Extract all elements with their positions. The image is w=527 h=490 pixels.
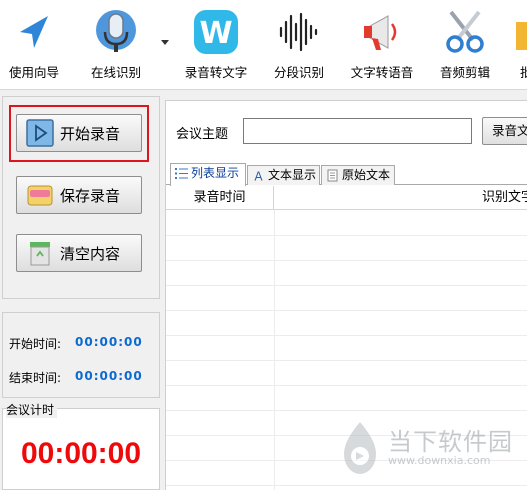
table-row	[166, 410, 527, 411]
waveform-icon	[279, 12, 318, 52]
megaphone-icon	[364, 15, 397, 50]
save-record-label: 保存录音	[60, 186, 121, 205]
meeting-timer-panel: 00:00:00	[2, 408, 160, 490]
chevron-down-icon[interactable]	[161, 40, 169, 45]
table-row	[166, 260, 527, 261]
start-record-label: 开始录音	[60, 124, 121, 143]
list-icon	[175, 168, 188, 179]
table-row	[166, 310, 527, 311]
folder-icon	[516, 22, 527, 50]
svg-text:W: W	[199, 16, 232, 51]
clear-content-button[interactable]: 清空内容	[16, 234, 142, 272]
save-folder-icon	[27, 185, 53, 206]
tab-text-view[interactable]: A 文本显示	[247, 165, 320, 185]
table-row	[166, 235, 527, 236]
end-time-value: 00:00:00	[75, 369, 143, 383]
topic-input[interactable]	[243, 118, 472, 144]
toolbar-label: 文字转语音	[350, 65, 414, 80]
tab-raw-text[interactable]: 原始文本	[321, 165, 395, 185]
start-record-button[interactable]: 开始录音	[16, 114, 142, 152]
document-icon	[327, 169, 338, 182]
end-time-label: 结束时间:	[9, 371, 62, 385]
table-row	[166, 360, 527, 361]
tab-label: 原始文本	[342, 168, 391, 182]
column-divider	[274, 210, 275, 490]
tab-label: 列表显示	[191, 166, 240, 180]
table-row	[166, 335, 527, 336]
table-row	[166, 485, 527, 486]
topic-label: 会议主题	[176, 127, 229, 142]
microphone-icon	[96, 10, 136, 52]
table-header: 录音时间 识别文字	[166, 186, 527, 210]
watermark-logo-icon	[344, 422, 376, 474]
toolbar: 使用向导 在线识别 W 录音转文字 分段识别 文字转语音 音频剪辑 批	[0, 0, 527, 90]
scissors-icon	[446, 10, 484, 53]
toolbar-audio-edit-button[interactable]: 音频剪辑	[430, 0, 500, 90]
text-a-icon: A	[254, 170, 263, 183]
start-time-label: 开始时间:	[9, 337, 62, 351]
w-logo-icon: W	[194, 10, 238, 54]
table-row	[166, 285, 527, 286]
toolbar-label: 分段识别	[273, 65, 324, 80]
meeting-timer-label: 会议计时	[6, 401, 58, 418]
toolbar-batch-button[interactable]: 批	[508, 0, 527, 90]
play-icon	[26, 119, 54, 147]
toolbar-label: 批	[520, 65, 527, 80]
toolbar-label: 音频剪辑	[439, 65, 490, 80]
tab-label: 文本显示	[268, 168, 317, 182]
watermark: 当下软件园 www.downxia.com	[338, 418, 527, 478]
toolbar-guide-button[interactable]: 使用向导	[0, 0, 68, 90]
save-record-button[interactable]: 保存录音	[16, 176, 142, 214]
column-header-record-time[interactable]: 录音时间	[166, 186, 274, 210]
record-text-button[interactable]: 录音文	[482, 117, 527, 145]
meeting-timer-value: 00:00:00	[20, 437, 142, 470]
clear-content-label: 清空内容	[60, 244, 121, 263]
column-header-recognized-text[interactable]: 识别文字	[482, 186, 527, 210]
navigate-arrow-icon	[20, 16, 48, 48]
toolbar-label: 使用向导	[8, 65, 59, 80]
svg-text:A: A	[254, 170, 263, 183]
view-tabs: 列表显示 A 文本显示 原始文本	[166, 163, 527, 186]
recycle-bin-icon	[30, 242, 50, 266]
watermark-title: 当下软件园	[388, 428, 513, 456]
toolbar-label: 录音转文字	[184, 65, 248, 80]
start-time-value: 00:00:00	[75, 335, 143, 349]
watermark-url: www.downxia.com	[388, 454, 491, 467]
toolbar-online-recognize-button[interactable]: 在线识别	[80, 0, 152, 90]
table-row	[166, 385, 527, 386]
toolbar-record-to-text-button[interactable]: W 录音转文字	[176, 0, 256, 90]
time-panel: 开始时间: 00:00:00 结束时间: 00:00:00	[2, 312, 160, 398]
toolbar-segment-recognize-button[interactable]: 分段识别	[264, 0, 334, 90]
tab-list-view[interactable]: 列表显示	[170, 163, 246, 186]
toolbar-label: 在线识别	[90, 65, 141, 80]
toolbar-text-to-speech-button[interactable]: 文字转语音	[344, 0, 420, 90]
